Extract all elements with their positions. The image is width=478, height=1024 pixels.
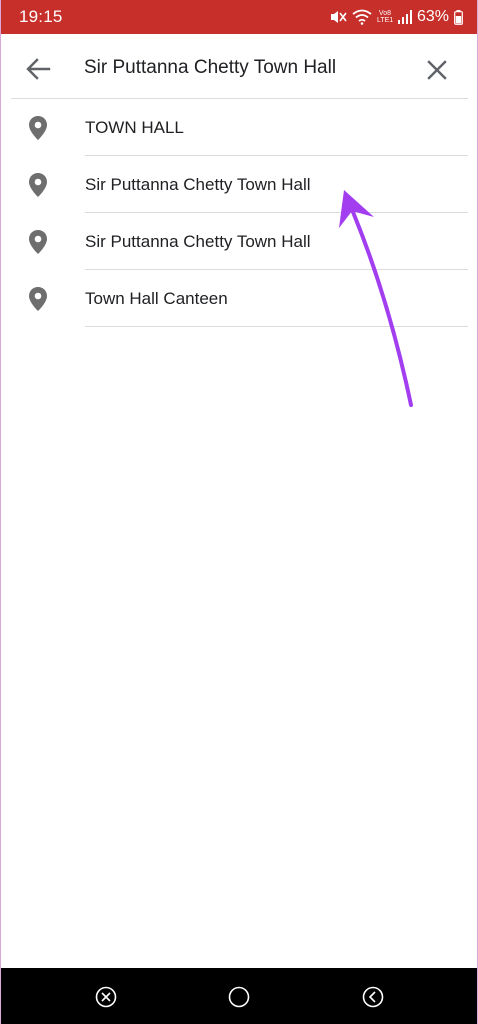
result-label: Sir Puttanna Chetty Town Hall [85,232,311,251]
back-arrow-button[interactable] [25,58,51,80]
result-label: TOWN HALL [85,118,184,137]
system-nav-bar [1,968,477,1024]
status-time: 19:15 [19,7,63,26]
result-label: Town Hall Canteen [85,289,228,308]
signal-icon [397,10,412,24]
result-item-town-hall-canteen[interactable]: Town Hall Canteen [1,270,477,327]
status-icons: Vo8 LTE1 63% [329,8,463,26]
result-label: Sir Puttanna Chetty Town Hall [85,175,311,194]
map-pin-icon [29,230,47,254]
result-item-sir-puttanna-1[interactable]: Sir Puttanna Chetty Town Hall [1,156,477,213]
map-pin-icon [29,287,47,311]
search-header: Sir Puttanna Chetty Town Hall [1,34,477,99]
search-input[interactable]: Sir Puttanna Chetty Town Hall [84,57,336,79]
map-pin-icon [29,173,47,197]
mute-icon [330,11,347,23]
battery-percent: 63% [416,8,449,25]
wifi-icon [352,9,372,25]
status-bar: 19:15 Vo8 LTE1 63% [1,0,477,34]
result-divider [85,326,468,327]
network-label-top: Vo8 [378,10,391,17]
result-item-sir-puttanna-2[interactable]: Sir Puttanna Chetty Town Hall [1,213,477,270]
close-icon[interactable] [426,59,448,81]
network-label-bottom: LTE1 [376,17,394,24]
battery-icon [454,9,463,25]
result-item-town-hall[interactable]: TOWN HALL [1,99,477,156]
search-results-list: TOWN HALL Sir Puttanna Chetty Town Hall … [1,99,477,327]
map-pin-icon [29,116,47,140]
recent-apps-icon[interactable] [94,985,118,1009]
network-type: Vo8 LTE1 [377,10,393,24]
app-screen: 19:15 Vo8 LTE1 63% Sir Puttanna Chetty T… [0,0,478,1024]
home-icon[interactable] [227,985,251,1009]
back-icon[interactable] [361,985,385,1009]
